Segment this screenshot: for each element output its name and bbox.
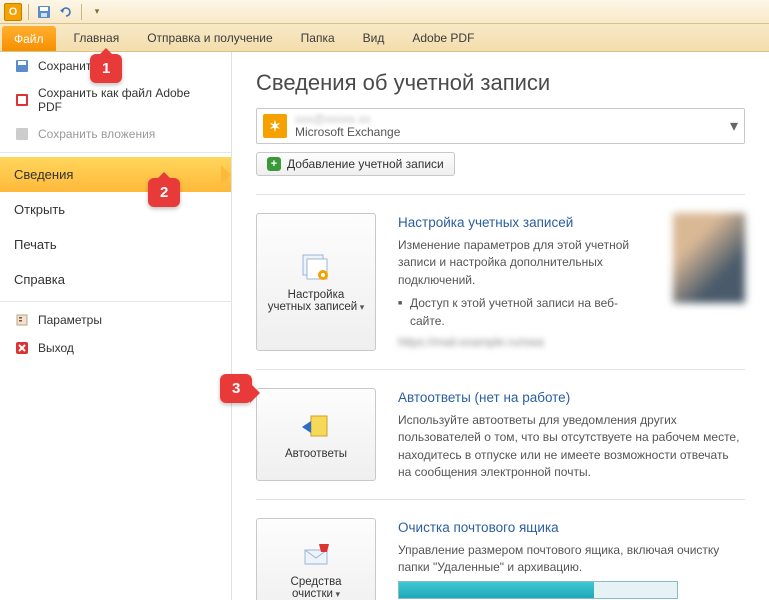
divider	[256, 194, 745, 195]
save-icon	[14, 58, 30, 74]
sidebar-item-info[interactable]: Сведения	[0, 157, 231, 192]
divider	[0, 152, 231, 153]
sidebar-item-help[interactable]: Справка	[0, 262, 231, 297]
section-title: Очистка почтового ящика	[398, 518, 745, 538]
tab-send-receive[interactable]: Отправка и получение	[133, 24, 286, 51]
account-settings-button[interactable]: Настройка учетных записей	[256, 213, 376, 351]
section-desc: Используйте автоответы для уведомления д…	[398, 412, 745, 482]
account-selector[interactable]: ✶ xxx@xxxxx.xx Microsoft Exchange ▾	[256, 108, 745, 144]
account-settings-icon	[299, 253, 333, 283]
qat-customize-icon[interactable]: ▾	[88, 3, 106, 21]
sidebar-item-save-attachments: Сохранить вложения	[0, 120, 231, 148]
exit-icon	[14, 340, 30, 356]
button-label-line2: очистки	[292, 588, 340, 600]
annotation-3: 3	[220, 374, 252, 403]
tab-home[interactable]: Главная	[60, 24, 134, 51]
autoreply-button[interactable]: Автоответы	[256, 388, 376, 481]
sidebar-item-label: Сохранить вложения	[38, 127, 155, 141]
divider	[256, 499, 745, 500]
section-bullet: Доступ к этой учетной записи на веб-сайт…	[398, 295, 651, 330]
sidebar-item-label: Сохранить как файл Adobe PDF	[38, 86, 217, 114]
add-account-button[interactable]: + Добавление учетной записи	[256, 152, 455, 176]
attachment-icon	[14, 126, 30, 142]
button-label-line1: Средства	[291, 576, 342, 588]
tab-folder[interactable]: Папка	[287, 24, 349, 51]
section-desc: Управление размером почтового ящика, вкл…	[398, 542, 745, 577]
annotation-1: 1	[90, 54, 122, 83]
page-title: Сведения об учетной записи	[256, 70, 745, 96]
tab-view[interactable]: Вид	[349, 24, 399, 51]
chevron-down-icon: ▾	[730, 116, 738, 136]
sidebar-item-label: Сохранить	[38, 59, 98, 73]
save-icon[interactable]	[35, 3, 53, 21]
section-desc: Изменение параметров для этой учетной за…	[398, 237, 651, 289]
divider	[81, 4, 82, 20]
pdf-icon	[14, 92, 30, 108]
sidebar-item-open[interactable]: Открыть	[0, 192, 231, 227]
divider	[0, 301, 231, 302]
tab-adobe-pdf[interactable]: Adobe PDF	[398, 24, 488, 51]
button-label: Добавление учетной записи	[287, 157, 444, 171]
autoreply-row: Автоответы Автоответы (нет на работе) Ис…	[256, 388, 745, 481]
sidebar-item-print[interactable]: Печать	[0, 227, 231, 262]
cleanup-row: Средства очистки Очистка почтового ящика…	[256, 518, 745, 600]
account-email: xxx@xxxxx.xx	[295, 113, 722, 126]
quick-access-toolbar: O ▾	[0, 0, 769, 24]
sidebar-item-label: Выход	[38, 341, 74, 355]
section-title: Настройка учетных записей	[398, 213, 651, 233]
account-settings-row: Настройка учетных записей Настройка учет…	[256, 213, 745, 351]
annotation-2: 2	[148, 178, 180, 207]
avatar	[673, 213, 745, 303]
tab-file[interactable]: Файл	[2, 26, 56, 51]
ribbon-tab-bar: Файл Главная Отправка и получение Папка …	[0, 24, 769, 52]
options-icon	[14, 312, 30, 328]
section-title: Автоответы (нет на работе)	[398, 388, 745, 408]
cleanup-icon	[299, 540, 333, 570]
button-label: Автоответы	[285, 448, 347, 460]
sidebar-item-label: Параметры	[38, 313, 102, 327]
sidebar-item-options[interactable]: Параметры	[0, 306, 231, 334]
cleanup-button[interactable]: Средства очистки	[256, 518, 376, 600]
autoreply-icon	[299, 412, 333, 442]
sidebar-item-exit[interactable]: Выход	[0, 334, 231, 362]
account-url[interactable]: https://mail.example.ru/owa	[398, 334, 544, 351]
outlook-app-icon: O	[4, 3, 22, 21]
exchange-icon: ✶	[263, 114, 287, 138]
divider	[28, 4, 29, 20]
quota-fill	[399, 582, 594, 598]
backstage-sidebar: Сохранить Сохранить как файл Adobe PDF С…	[0, 52, 232, 600]
account-type: Microsoft Exchange	[295, 126, 722, 139]
button-label-line2: учетных записей	[268, 301, 365, 313]
plus-icon: +	[267, 157, 281, 171]
button-label-line1: Настройка	[288, 289, 345, 301]
undo-dropdown-icon[interactable]	[57, 3, 75, 21]
sidebar-item-save-pdf[interactable]: Сохранить как файл Adobe PDF	[0, 80, 231, 120]
quota-bar	[398, 581, 678, 599]
divider	[256, 369, 745, 370]
backstage-content: Сведения об учетной записи ✶ xxx@xxxxx.x…	[232, 52, 769, 600]
